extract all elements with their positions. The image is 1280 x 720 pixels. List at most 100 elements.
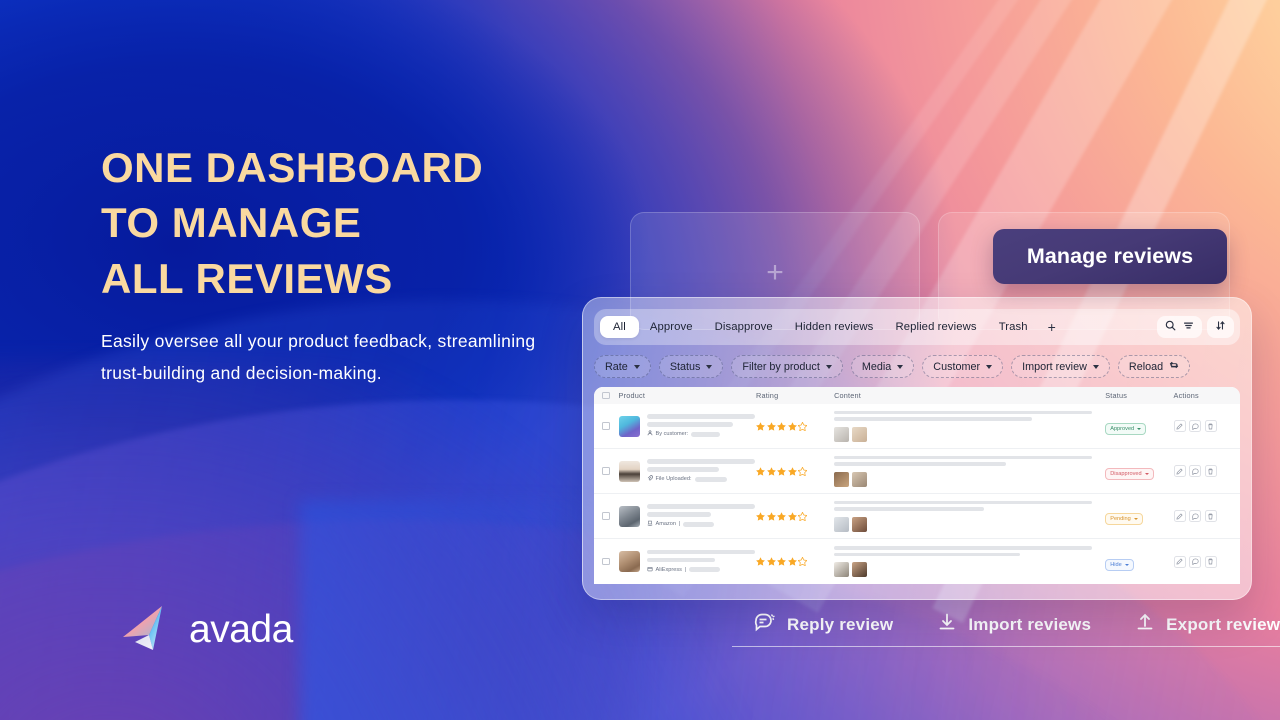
aliexpress-icon <box>647 566 653 574</box>
review-source: By customer: <box>647 430 755 438</box>
export-reviews-label: Export reviews <box>1166 614 1280 634</box>
status-badge[interactable]: Approved <box>1105 423 1147 435</box>
filter-media-label: Media <box>861 360 892 373</box>
table-row[interactable]: By customer: Approved <box>594 404 1240 449</box>
product-cell: Amazon | <box>610 504 757 528</box>
manage-reviews-button[interactable]: Manage reviews <box>993 229 1227 284</box>
reply-icon[interactable] <box>1189 465 1201 477</box>
content-image[interactable] <box>834 562 850 577</box>
row-checkbox[interactable] <box>602 557 610 566</box>
tab-replied-reviews[interactable]: Replied reviews <box>884 316 987 338</box>
content-cell <box>834 500 1105 532</box>
filter-pill-row: Rate Status Filter by product Media Cust… <box>594 355 1240 378</box>
rating-stars[interactable] <box>756 421 834 431</box>
import-reviews-button[interactable]: Import reviews <box>915 612 1114 647</box>
status-cell: Approved <box>1105 417 1173 435</box>
brand-name: avada <box>189 608 293 651</box>
tab-disapprove[interactable]: Disapprove <box>704 316 784 338</box>
sort-button[interactable] <box>1207 316 1234 338</box>
amazon-icon <box>647 520 653 528</box>
content-image[interactable] <box>834 426 850 442</box>
tab-all[interactable]: All <box>600 316 639 338</box>
source-label: File Uploaded: <box>655 476 692 482</box>
chevron-down-icon <box>1124 563 1129 566</box>
skeleton-line <box>694 476 727 482</box>
content-images[interactable] <box>834 562 1105 577</box>
content-image[interactable] <box>852 516 868 532</box>
status-label: Disapproved <box>1110 471 1142 477</box>
status-badge[interactable]: Disapproved <box>1105 468 1154 480</box>
content-image[interactable] <box>834 516 850 532</box>
column-header-product: Product <box>618 391 646 400</box>
row-checkbox[interactable] <box>602 467 610 475</box>
status-badge[interactable]: Pending <box>1105 513 1143 525</box>
filter-media[interactable]: Media <box>850 355 915 378</box>
trash-icon[interactable] <box>1204 510 1217 522</box>
trash-icon[interactable] <box>1204 420 1217 432</box>
review-source: File Uploaded: <box>647 475 755 483</box>
filter-status[interactable]: Status <box>658 355 724 378</box>
row-checkbox[interactable] <box>602 422 610 430</box>
content-images[interactable] <box>834 471 1105 487</box>
product-text-skeleton: By customer: <box>646 414 755 438</box>
filter-customer[interactable]: Customer <box>922 355 1004 378</box>
content-images[interactable] <box>834 426 1105 442</box>
product-thumbnail <box>618 505 640 527</box>
reload-label: Reload <box>1128 360 1164 373</box>
filter-rate[interactable]: Rate <box>594 355 651 378</box>
source-label: Amazon <box>655 521 677 527</box>
sort-arrows-icon[interactable] <box>1215 318 1226 336</box>
table-row[interactable]: AliExpress | Hide <box>594 539 1240 584</box>
reply-icon[interactable] <box>1189 420 1201 432</box>
reply-review-button[interactable]: Reply review <box>732 612 916 647</box>
hero-subcopy: Easily oversee all your product feedback… <box>101 331 536 383</box>
select-all-checkbox[interactable] <box>602 391 610 400</box>
rating-stars[interactable] <box>756 466 834 476</box>
rating-stars[interactable] <box>756 557 834 566</box>
trash-icon[interactable] <box>1204 555 1217 568</box>
edit-pencil-icon[interactable] <box>1173 420 1186 432</box>
filter-status-label: Status <box>669 360 701 373</box>
filter-by-product[interactable]: Filter by product <box>731 355 843 378</box>
chevron-down-icon <box>986 364 993 369</box>
status-badge[interactable]: Hide <box>1105 558 1134 571</box>
content-image[interactable] <box>834 471 850 487</box>
skeleton-line <box>646 549 755 554</box>
status-label: Pending <box>1110 516 1131 522</box>
rating-stars[interactable] <box>756 511 834 521</box>
status-label: Approved <box>1110 426 1135 432</box>
chevron-down-icon <box>897 364 904 369</box>
reply-icon[interactable] <box>1189 510 1201 522</box>
import-review-dropdown[interactable]: Import review <box>1011 355 1110 378</box>
reply-icon[interactable] <box>1189 555 1201 568</box>
content-cell <box>834 455 1105 487</box>
reviews-dashboard-card: All Approve Disapprove Hidden reviews Re… <box>582 297 1252 600</box>
table-row[interactable]: File Uploaded: Disapproved <box>594 449 1240 494</box>
bottom-action-bar: Reply review Import reviews Export revie… <box>732 612 1280 647</box>
search-icon[interactable] <box>1165 318 1176 336</box>
tab-hidden-reviews[interactable]: Hidden reviews <box>784 316 885 338</box>
add-tab-button[interactable]: + <box>1039 316 1065 338</box>
filter-lines-icon[interactable] <box>1183 318 1194 336</box>
content-image[interactable] <box>852 471 868 487</box>
tab-trash[interactable]: Trash <box>988 316 1039 338</box>
reload-button[interactable]: Reload <box>1117 355 1191 378</box>
edit-pencil-icon[interactable] <box>1173 465 1186 477</box>
search-filter-group[interactable] <box>1157 316 1202 338</box>
content-image[interactable] <box>852 426 868 442</box>
content-images[interactable] <box>834 516 1105 532</box>
status-label: Hide <box>1110 561 1122 568</box>
tab-approve[interactable]: Approve <box>639 316 704 338</box>
skeleton-line <box>834 546 1093 550</box>
review-source: Amazon | <box>647 520 755 528</box>
headline-line-2: TO MANAGE <box>101 199 362 247</box>
edit-pencil-icon[interactable] <box>1173 510 1186 522</box>
content-image[interactable] <box>852 562 868 577</box>
export-reviews-button[interactable]: Export reviews <box>1113 612 1280 647</box>
skeleton-line <box>834 507 985 511</box>
trash-icon[interactable] <box>1204 465 1217 477</box>
table-row[interactable]: Amazon | Pending <box>594 494 1240 539</box>
skeleton-line <box>646 512 711 517</box>
edit-pencil-icon[interactable] <box>1173 555 1186 568</box>
row-checkbox[interactable] <box>602 512 610 520</box>
